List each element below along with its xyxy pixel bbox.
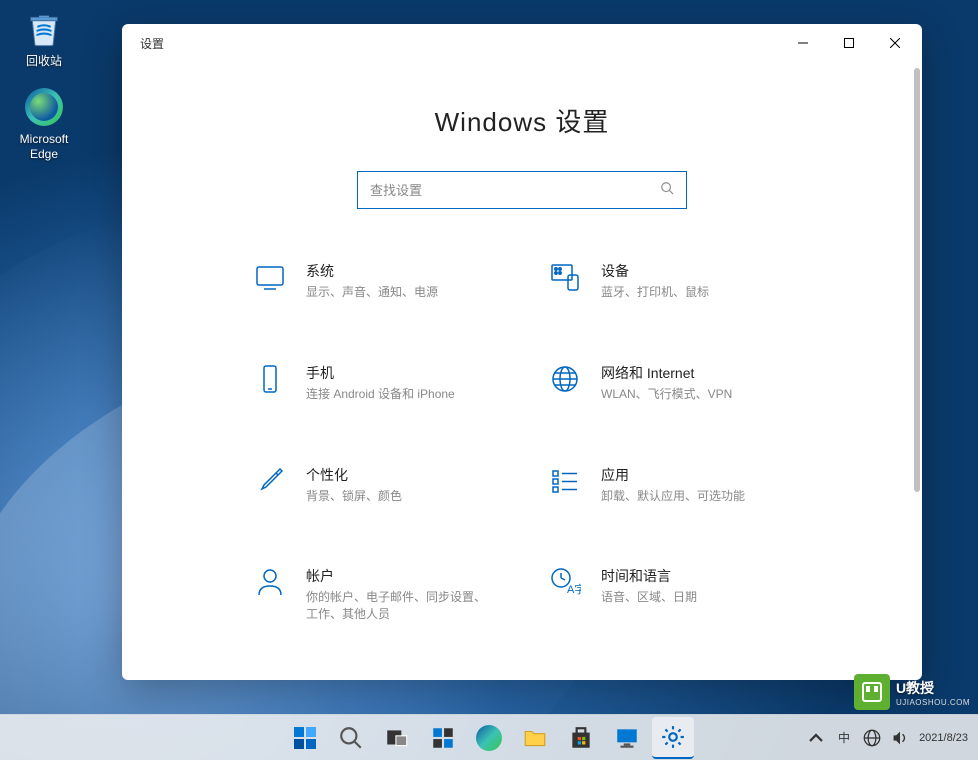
devices-icon	[547, 259, 583, 295]
close-icon	[890, 38, 900, 48]
category-desc: 语音、区域、日期	[601, 589, 697, 606]
category-desc: WLAN、飞行模式、VPN	[601, 386, 732, 403]
maximize-icon	[844, 38, 854, 48]
category-desc: 显示、声音、通知、电源	[306, 284, 438, 301]
page-heading: Windows 设置	[122, 102, 922, 139]
category-desc: 卸载、默认应用、可选功能	[601, 488, 745, 505]
taskbar-taskview[interactable]	[376, 717, 418, 759]
store-icon	[568, 725, 594, 751]
settings-window: 设置 Windows 设置	[122, 24, 922, 680]
settings-categories: 系统 显示、声音、通知、电源 设备 蓝牙、打印机、鼠标 手机	[122, 259, 922, 623]
tray-ime-icon[interactable]: 中	[835, 729, 853, 747]
minimize-icon	[798, 38, 808, 48]
start-button[interactable]	[284, 717, 326, 759]
watermark-badge-icon	[854, 674, 890, 710]
taskbar-monitor[interactable]	[606, 717, 648, 759]
taskbar-edge[interactable]	[468, 717, 510, 759]
minimize-button[interactable]	[780, 27, 826, 59]
taskbar-center	[284, 717, 694, 759]
watermark-sub: UJIAOSHOU.COM	[896, 698, 970, 707]
folder-icon	[522, 725, 548, 751]
category-system[interactable]: 系统 显示、声音、通知、电源	[252, 259, 527, 301]
search-box[interactable]	[357, 171, 687, 209]
system-tray[interactable]: 中 2021/8/23	[807, 729, 968, 747]
scrollbar[interactable]	[914, 68, 920, 674]
category-desc: 蓝牙、打印机、鼠标	[601, 284, 709, 301]
recycle-bin-icon	[23, 8, 65, 50]
taskbar: 中 2021/8/23	[0, 714, 978, 760]
taskbar-store[interactable]	[560, 717, 602, 759]
desktop-icons-area: 回收站 Microsoft Edge	[8, 8, 80, 179]
search-container	[122, 171, 922, 209]
tray-network-icon[interactable]	[863, 729, 881, 747]
window-controls	[780, 27, 918, 59]
monitor-icon	[614, 725, 640, 751]
category-title: 应用	[601, 465, 745, 485]
taskbar-search[interactable]	[330, 717, 372, 759]
desktop-icon-label: 回收站	[8, 54, 80, 68]
category-desc: 背景、锁屏、颜色	[306, 488, 402, 505]
tray-chevron-icon[interactable]	[807, 729, 825, 747]
phone-icon	[252, 361, 288, 397]
category-title: 帐户	[306, 566, 486, 586]
apps-icon	[547, 463, 583, 499]
desktop-icon-label: Microsoft Edge	[8, 132, 80, 161]
network-icon	[547, 361, 583, 397]
tray-volume-icon[interactable]	[891, 729, 909, 747]
watermark: U教授 UJIAOSHOU.COM	[854, 674, 970, 710]
desktop-icon-edge[interactable]: Microsoft Edge	[8, 86, 80, 161]
category-desc: 连接 Android 设备和 iPhone	[306, 386, 455, 403]
taskbar-settings[interactable]	[652, 717, 694, 759]
personalization-icon	[252, 463, 288, 499]
category-accounts[interactable]: 帐户 你的帐户、电子邮件、同步设置、工作、其他人员	[252, 564, 527, 623]
category-devices[interactable]: 设备 蓝牙、打印机、鼠标	[547, 259, 822, 301]
taskview-icon	[384, 725, 410, 751]
search-input[interactable]	[370, 183, 660, 198]
category-title: 手机	[306, 363, 455, 383]
tray-datetime[interactable]: 2021/8/23	[919, 732, 968, 744]
system-icon	[252, 259, 288, 295]
maximize-button[interactable]	[826, 27, 872, 59]
category-phone[interactable]: 手机 连接 Android 设备和 iPhone	[252, 361, 527, 403]
category-title: 系统	[306, 261, 438, 281]
window-titlebar: 设置	[122, 24, 922, 62]
category-personalization[interactable]: 个性化 背景、锁屏、颜色	[252, 463, 527, 505]
category-title: 时间和语言	[601, 566, 697, 586]
gear-icon	[660, 724, 686, 750]
category-title: 网络和 Internet	[601, 363, 732, 383]
category-network[interactable]: 网络和 Internet WLAN、飞行模式、VPN	[547, 361, 822, 403]
category-title: 设备	[601, 261, 709, 281]
close-button[interactable]	[872, 27, 918, 59]
accounts-icon	[252, 564, 288, 600]
watermark-brand: U教授	[896, 678, 970, 698]
edge-icon	[476, 725, 502, 751]
window-title: 设置	[140, 35, 780, 52]
search-icon	[660, 181, 674, 200]
category-desc: 你的帐户、电子邮件、同步设置、工作、其他人员	[306, 589, 486, 623]
widgets-icon	[430, 725, 456, 751]
category-title: 个性化	[306, 465, 402, 485]
taskbar-explorer[interactable]	[514, 717, 556, 759]
settings-content: Windows 设置 系统 显示、声音、通知、电源	[122, 62, 922, 680]
search-icon	[338, 725, 364, 751]
edge-icon	[23, 86, 65, 128]
taskbar-widgets[interactable]	[422, 717, 464, 759]
time-language-icon: A字	[547, 564, 583, 600]
svg-text:A字: A字	[567, 582, 581, 596]
category-apps[interactable]: 应用 卸载、默认应用、可选功能	[547, 463, 822, 505]
start-icon	[294, 727, 316, 749]
category-time-language[interactable]: A字 时间和语言 语音、区域、日期	[547, 564, 822, 623]
desktop-icon-recycle-bin[interactable]: 回收站	[8, 8, 80, 68]
